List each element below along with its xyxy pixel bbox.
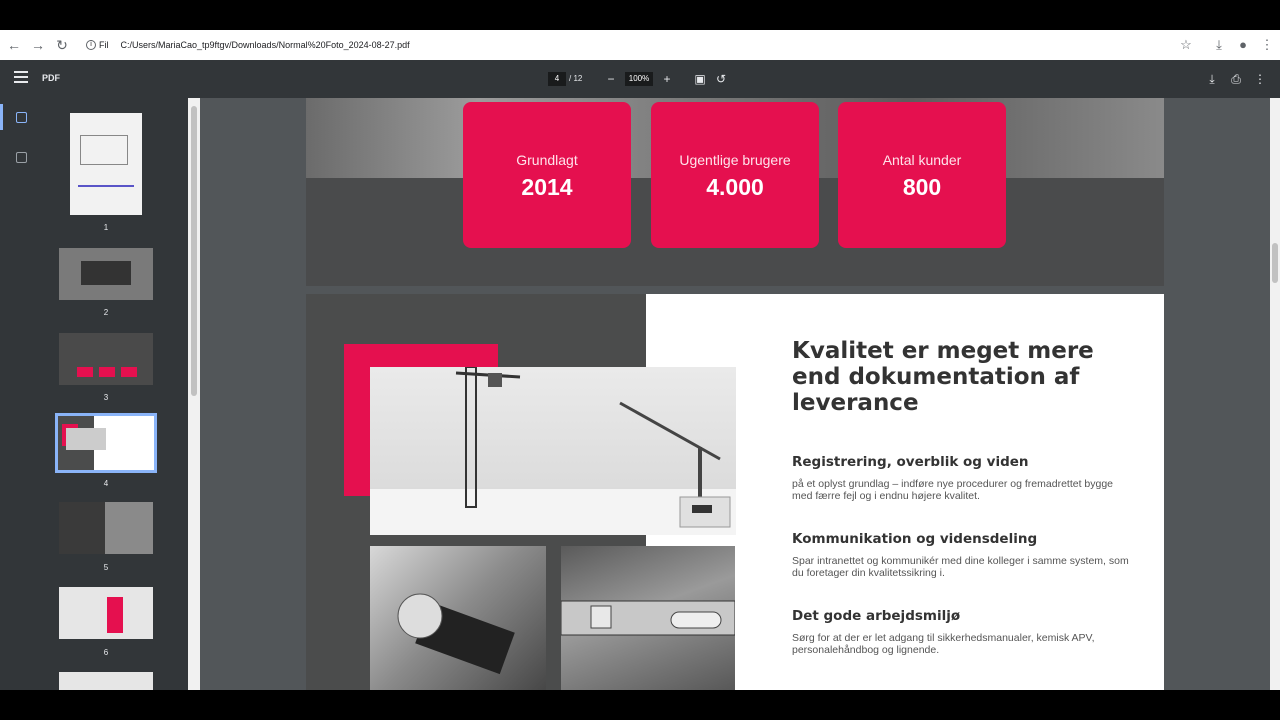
info-icon: i [86, 40, 96, 50]
thumbnail-list: 1 2 3 4 5 6 [42, 98, 188, 690]
viewer-scrollbar[interactable] [1270, 98, 1280, 690]
pdf-title: PDF [42, 73, 60, 83]
top-letterbox [0, 0, 1280, 30]
section-body: Sørg for at der er let adgang til sikker… [792, 632, 1095, 656]
thumbnail-page-4[interactable] [55, 413, 157, 473]
site-info-label: Fil [99, 40, 109, 50]
viewer-scroll-thumb[interactable] [1272, 243, 1278, 283]
stat-value: 800 [902, 174, 942, 200]
back-icon[interactable]: ← [6, 37, 22, 53]
thumbnail-number: 2 [103, 308, 109, 317]
thumbnail-page-6[interactable] [59, 587, 153, 639]
bottom-letterbox [0, 690, 1280, 720]
level-photo [561, 546, 735, 690]
sidebar-scrollbar[interactable] [188, 98, 200, 690]
pdf-viewer: Grundlagt 2014 Ugentlige brugere 4.000 A… [200, 98, 1270, 690]
zoom-out-icon[interactable]: − [604, 71, 618, 87]
section-body: Spar intranettet og kommunikér med dine … [792, 555, 1129, 579]
thumbnail-number: 6 [103, 648, 109, 657]
browser-menu-icon[interactable]: ⋮ [1259, 37, 1275, 53]
thumbnail-page-1[interactable] [70, 113, 142, 215]
page-headline: Kvalitet er meget mere end dokumentation… [792, 338, 1094, 416]
section-title: Det gode arbejdsmiljø [792, 608, 961, 624]
rotate-icon[interactable]: ↺ [714, 71, 728, 87]
crane-photo [370, 367, 736, 535]
thumbnail-page-3[interactable] [59, 333, 153, 385]
address-bar[interactable]: i Fil C:/Users/MariaCao_tp9ftgv/Download… [80, 34, 1200, 56]
section-body: på et oplyst grundlag – indføre nye proc… [792, 478, 1114, 502]
tool-photo [370, 546, 546, 690]
bookmark-star-icon[interactable]: ☆ [1178, 37, 1194, 53]
thumbnail-number: 1 [103, 223, 109, 232]
pdf-page-4: Kvalitet er meget mere end dokumentation… [306, 294, 1164, 690]
stat-value: 2014 [521, 174, 573, 200]
zoom-in-icon[interactable]: + [660, 71, 674, 87]
browser-toolbar: ← → ↻ i Fil C:/Users/MariaCao_tp9ftgv/Do… [0, 30, 1280, 60]
fit-page-icon[interactable]: ▣ [693, 71, 707, 87]
level-illustration [561, 600, 735, 636]
forward-icon[interactable]: → [30, 37, 46, 53]
thumbnail-page-7[interactable] [59, 672, 153, 690]
page-number-input[interactable]: 4 [548, 72, 566, 86]
thumbnail-number: 3 [103, 393, 109, 402]
page-total: / 12 [569, 74, 583, 83]
zoom-input[interactable]: 100% [625, 72, 653, 86]
download-icon[interactable]: ⤓ [1205, 71, 1219, 87]
stat-card: Antal kunder 800 [838, 102, 1006, 248]
thumbnail-number: 5 [103, 563, 109, 572]
print-icon[interactable]: ⎙ [1229, 71, 1243, 87]
thumbnail-page-5[interactable] [59, 502, 153, 554]
thumbnail-page-2[interactable] [59, 248, 153, 300]
outline-view-icon[interactable] [16, 152, 27, 163]
pdf-page-3: Grundlagt 2014 Ugentlige brugere 4.000 A… [306, 98, 1164, 286]
thumbnail-sidebar: 1 2 3 4 5 6 [0, 98, 200, 690]
hamburger-menu-icon[interactable] [14, 71, 28, 85]
site-info[interactable]: i Fil [86, 40, 109, 50]
sidebar-icon-strip [0, 98, 42, 690]
downloads-icon[interactable]: ⤓ [1211, 37, 1227, 53]
thumbnail-number: 4 [103, 479, 109, 488]
section-title: Registrering, overblik og viden [792, 454, 1029, 470]
sidebar-scroll-thumb[interactable] [191, 106, 197, 396]
profile-icon[interactable]: ● [1235, 37, 1251, 53]
stat-value: 4.000 [706, 174, 764, 200]
crane-illustration [370, 367, 736, 535]
stat-label: Antal kunder [882, 152, 962, 168]
selected-indicator [0, 104, 3, 130]
stat-label: Grundlagt [516, 152, 578, 168]
tool-illustration [397, 593, 515, 675]
stat-card: Grundlagt 2014 [463, 102, 631, 248]
stat-label: Ugentlige brugere [679, 152, 791, 168]
reload-icon[interactable]: ↻ [54, 37, 70, 53]
section-title: Kommunikation og vidensdeling [792, 531, 1038, 547]
pdf-toolbar: PDF 4 / 12 − 100% + ▣ ↺ ⤓ ⎙ ⋮ [0, 60, 1280, 98]
stat-card: Ugentlige brugere 4.000 [651, 102, 819, 248]
thumbnails-view-icon[interactable] [16, 112, 27, 123]
more-options-icon[interactable]: ⋮ [1253, 71, 1267, 87]
url-text: C:/Users/MariaCao_tp9ftgv/Downloads/Norm… [120, 40, 410, 50]
